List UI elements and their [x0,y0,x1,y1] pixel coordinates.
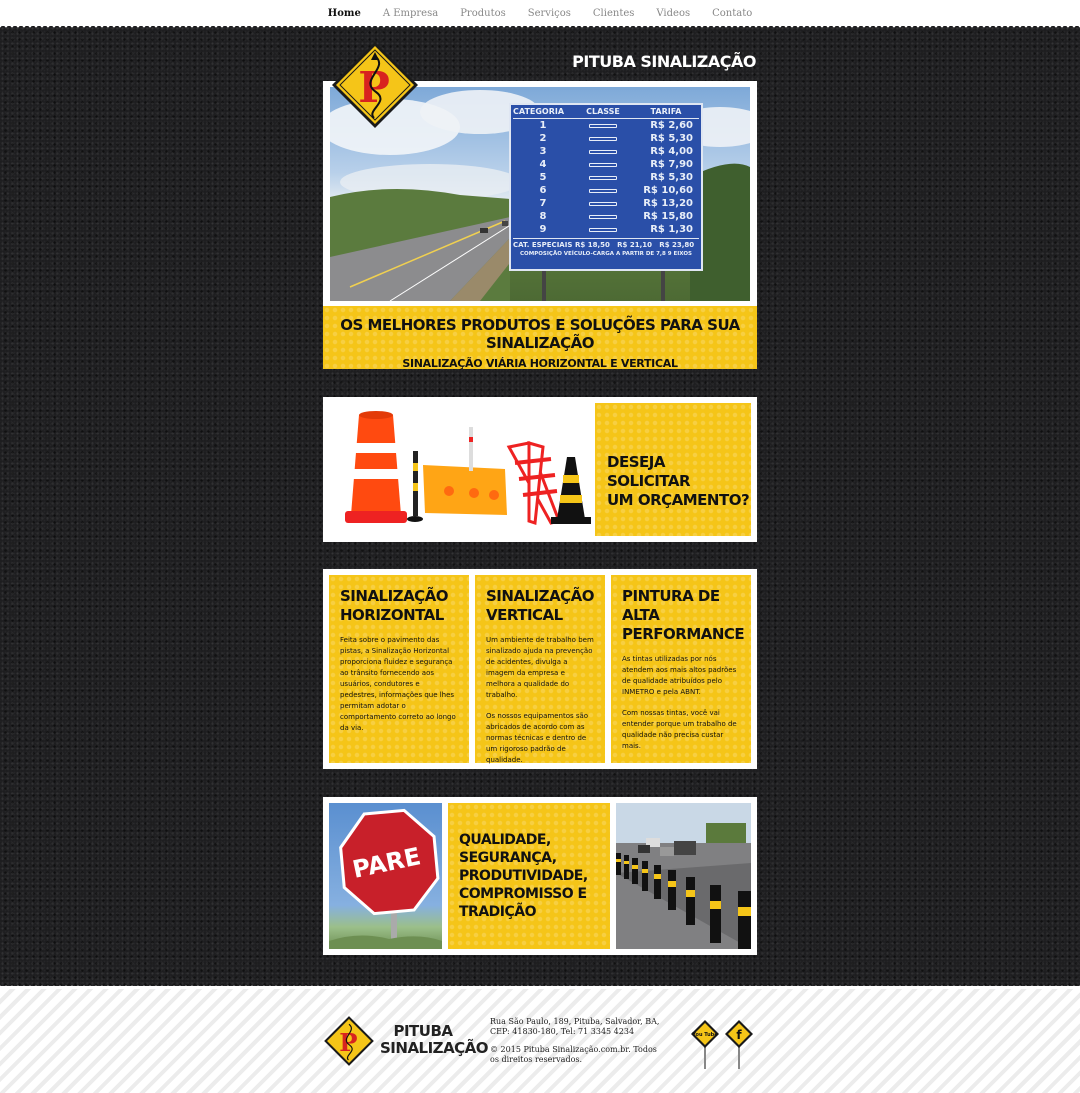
nav-a-empresa[interactable]: A Empresa [372,8,449,19]
toll-row: 2 R$ 5,30 [513,132,699,145]
toll-row-vehicle-icon [573,214,633,219]
toll-row-tarifa: R$ 4,00 [650,146,693,157]
toll-row: 6 R$ 10,60 [513,184,699,197]
toll-row-tarifa: R$ 10,60 [643,185,693,196]
toll-row: 4 R$ 7,90 [513,158,699,171]
hero-subheadline: SINALIZAÇÃO VIÁRIA HORIZONTAL E VERTICAL [402,357,678,370]
toll-row: 9 R$ 1,30 [513,223,699,236]
toll-row-vehicle-icon [573,136,633,141]
toll-row-vehicle-icon [573,175,633,180]
top-nav: Home A Empresa Produtos Serviços Cliente… [0,0,1080,26]
toll-row-tarifa: R$ 5,30 [650,133,693,144]
traffic-equipment-image [329,403,593,536]
nav-servicos[interactable]: Serviços [517,8,582,19]
quality-values-panel: QUALIDADE, SEGURANÇA, PRODUTIVIDADE, COM… [448,803,610,949]
hero-yellow-band: OS MELHORES PRODUTOS E SOLUÇÕES PARA SUA… [323,306,757,370]
toll-row-category: 9 [539,224,547,235]
toll-row-category: 1 [539,120,547,131]
stop-sign-image: PARE [329,803,442,949]
footer-logo-icon[interactable]: P [323,1015,375,1067]
feature-vertical-text-2: Os nossos equipamentos são abricados de … [486,712,589,764]
toll-row-tarifa: R$ 13,20 [643,198,693,209]
youtube-icon: You Tube [691,1020,719,1069]
toll-row-vehicle-icon [573,123,633,128]
feature-vertical-text: Um ambiente de trabalho bem sinalizado a… [486,636,594,699]
toll-row-category: 5 [539,172,547,183]
nav-home[interactable]: Home [317,8,372,19]
toll-row-vehicle-icon [573,227,633,232]
toll-row-tarifa: R$ 7,90 [650,159,693,170]
brand-logo-icon[interactable]: P [330,40,420,130]
feature-vertical-title: SINALIZAÇÃO VERTICAL [486,587,595,624]
toll-rows: 1 R$ 2,60 2 R$ 5,30 3 R$ 4,00 4 R$ 7,90 5 R$ 5,30… [513,119,699,236]
footer: P PITUBA SINALIZAÇÃO Rua São Paulo, 189,… [0,989,1080,1093]
quote-section: DESEJA SOLICITAR UM ORÇAMENTO? [323,397,757,542]
feature-paint: PINTURA DE ALTA PERFORMANCE As tintas ut… [611,575,751,763]
nav-produtos[interactable]: Produtos [449,8,517,19]
toll-row-tarifa: R$ 1,30 [650,224,693,235]
request-quote-button[interactable]: DESEJA SOLICITAR UM ORÇAMENTO? [595,403,751,536]
feature-paint-text-2: Com nossas tintas, você vai entender por… [622,709,737,750]
toll-especiais-label: CAT. ESPECIAIS [513,241,573,249]
toll-row-vehicle-icon [573,162,633,167]
quality-values-text: QUALIDADE, SEGURANÇA, PRODUTIVIDADE, COM… [459,832,588,920]
request-quote-label: DESEJA SOLICITAR UM ORÇAMENTO? [607,453,750,509]
quality-section: PARE QUALIDADE, SEGURANÇA, PRODUTIVIDADE… [323,797,757,955]
toll-row-tarifa: R$ 5,30 [650,172,693,183]
toll-row-vehicle-icon [573,201,633,206]
toll-row: 8 R$ 15,80 [513,210,699,223]
facebook-label: f [736,1028,742,1042]
footer-brand-line1: PITUBA [393,1022,453,1040]
brand-title: PITUBA SINALIZAÇÃO [572,52,756,71]
road-bollards-image [616,803,751,949]
facebook-icon: f [725,1020,753,1069]
logo-letter: P [358,63,390,112]
nav-clientes[interactable]: Clientes [582,8,645,19]
facebook-link[interactable]: f [724,1019,754,1069]
features-section: SINALIZAÇÃO HORIZONTAL Feita sobre o pav… [323,569,757,769]
youtube-label: You Tube [691,1032,718,1038]
feature-horizontal-title: SINALIZAÇÃO HORIZONTAL [340,587,449,624]
zigzag-top-edge [0,24,1080,30]
toll-header-tarifa: TARIFA [650,107,682,116]
nav-videos[interactable]: Videos [645,8,701,19]
toll-sign-table: CATEGORIA CLASSE TARIFA 1 R$ 2,60 2 R$ 5,30… [513,107,699,257]
footer-copyright: © 2015 Pituba Sinalização.com.br. Todos … [490,1045,657,1064]
footer-brand-line2: SINALIZAÇÃO [380,1039,489,1057]
feature-paint-text: As tintas utilizadas por nós atendem aos… [622,655,737,696]
feature-paint-title: PINTURA DE ALTA PERFORMANCE [622,587,745,643]
toll-header-classe: CLASSE [586,107,620,116]
youtube-link[interactable]: You Tube [690,1019,720,1069]
toll-row-category: 6 [539,185,547,196]
toll-row-tarifa: R$ 15,80 [643,211,693,222]
toll-row-category: 8 [539,211,547,222]
toll-row-vehicle-icon [573,188,633,193]
toll-especiais-values: R$ 18,50 R$ 21,10 R$ 23,80 [575,241,695,249]
toll-row-category: 4 [539,159,547,170]
toll-row: 3 R$ 4,00 [513,145,699,158]
toll-row: 5 R$ 5,30 [513,171,699,184]
feature-horizontal-text: Feita sobre o pavimento das pistas, a Si… [340,636,456,732]
toll-row-tarifa: R$ 2,60 [650,120,693,131]
toll-row-vehicle-icon [573,149,633,154]
feature-horizontal: SINALIZAÇÃO HORIZONTAL Feita sobre o pav… [329,575,469,763]
footer-address: Rua São Paulo, 189, Pituba, Salvador, BA… [490,1017,660,1036]
hero-headline: OS MELHORES PRODUTOS E SOLUÇÕES PARA SUA… [340,316,740,352]
toll-row: 1 R$ 2,60 [513,119,699,132]
feature-vertical: SINALIZAÇÃO VERTICAL Um ambiente de trab… [475,575,605,764]
toll-row-category: 3 [539,146,547,157]
footer-brand: PITUBA SINALIZAÇÃO [380,1022,489,1057]
footer-logo-letter: P [339,1028,357,1057]
toll-row-category: 7 [539,198,547,209]
toll-footer-line: COMPOSIÇÃO VEÍCULO-CARGA A PARTIR DE 7,8… [520,251,692,257]
nav-contato[interactable]: Contato [701,8,763,19]
toll-header-categoria: CATEGORIA [513,107,565,116]
toll-row: 7 R$ 13,20 [513,197,699,210]
toll-row-category: 2 [539,133,547,144]
